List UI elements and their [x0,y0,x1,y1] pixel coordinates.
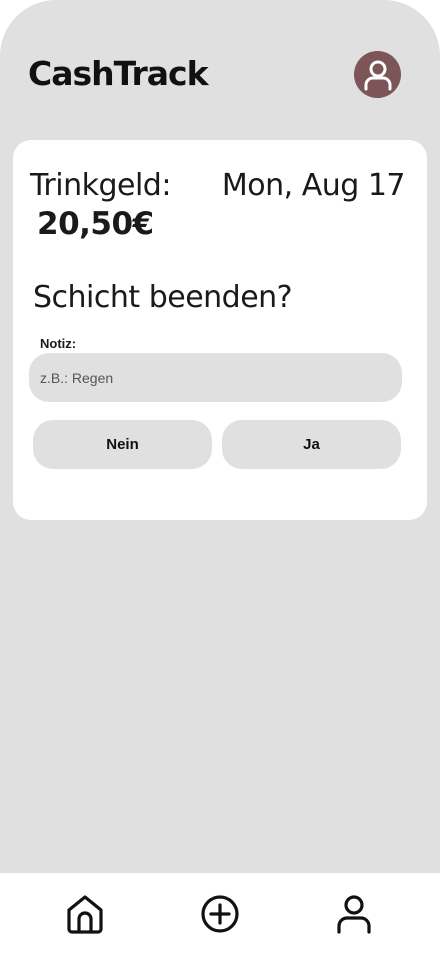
end-shift-card: Trinkgeld: Mon, Aug 17 20,50€ Schicht be… [13,140,427,520]
tip-amount: 20,50€ [37,206,154,242]
nav-add-button[interactable] [198,891,242,937]
nav-profile-button[interactable] [332,891,376,937]
home-icon [67,895,103,934]
note-input[interactable] [29,353,402,402]
user-icon [337,895,371,934]
note-label: Notiz: [40,336,77,351]
app-screen: CashTrack Trinkgeld: Mon, Aug 17 20,50€ … [0,0,440,956]
no-button[interactable]: Nein [33,420,212,469]
plus-circle-icon [201,895,239,933]
app-title: CashTrack [28,54,209,93]
end-shift-question: Schicht beenden? [33,280,293,315]
yes-button[interactable]: Ja [222,420,401,469]
profile-avatar-button[interactable] [354,51,401,98]
user-icon [364,60,391,90]
bottom-navigation [0,873,440,956]
shift-date: Mon, Aug 17 [221,168,406,203]
tip-label: Trinkgeld: [30,168,171,203]
nav-home-button[interactable] [63,891,107,937]
